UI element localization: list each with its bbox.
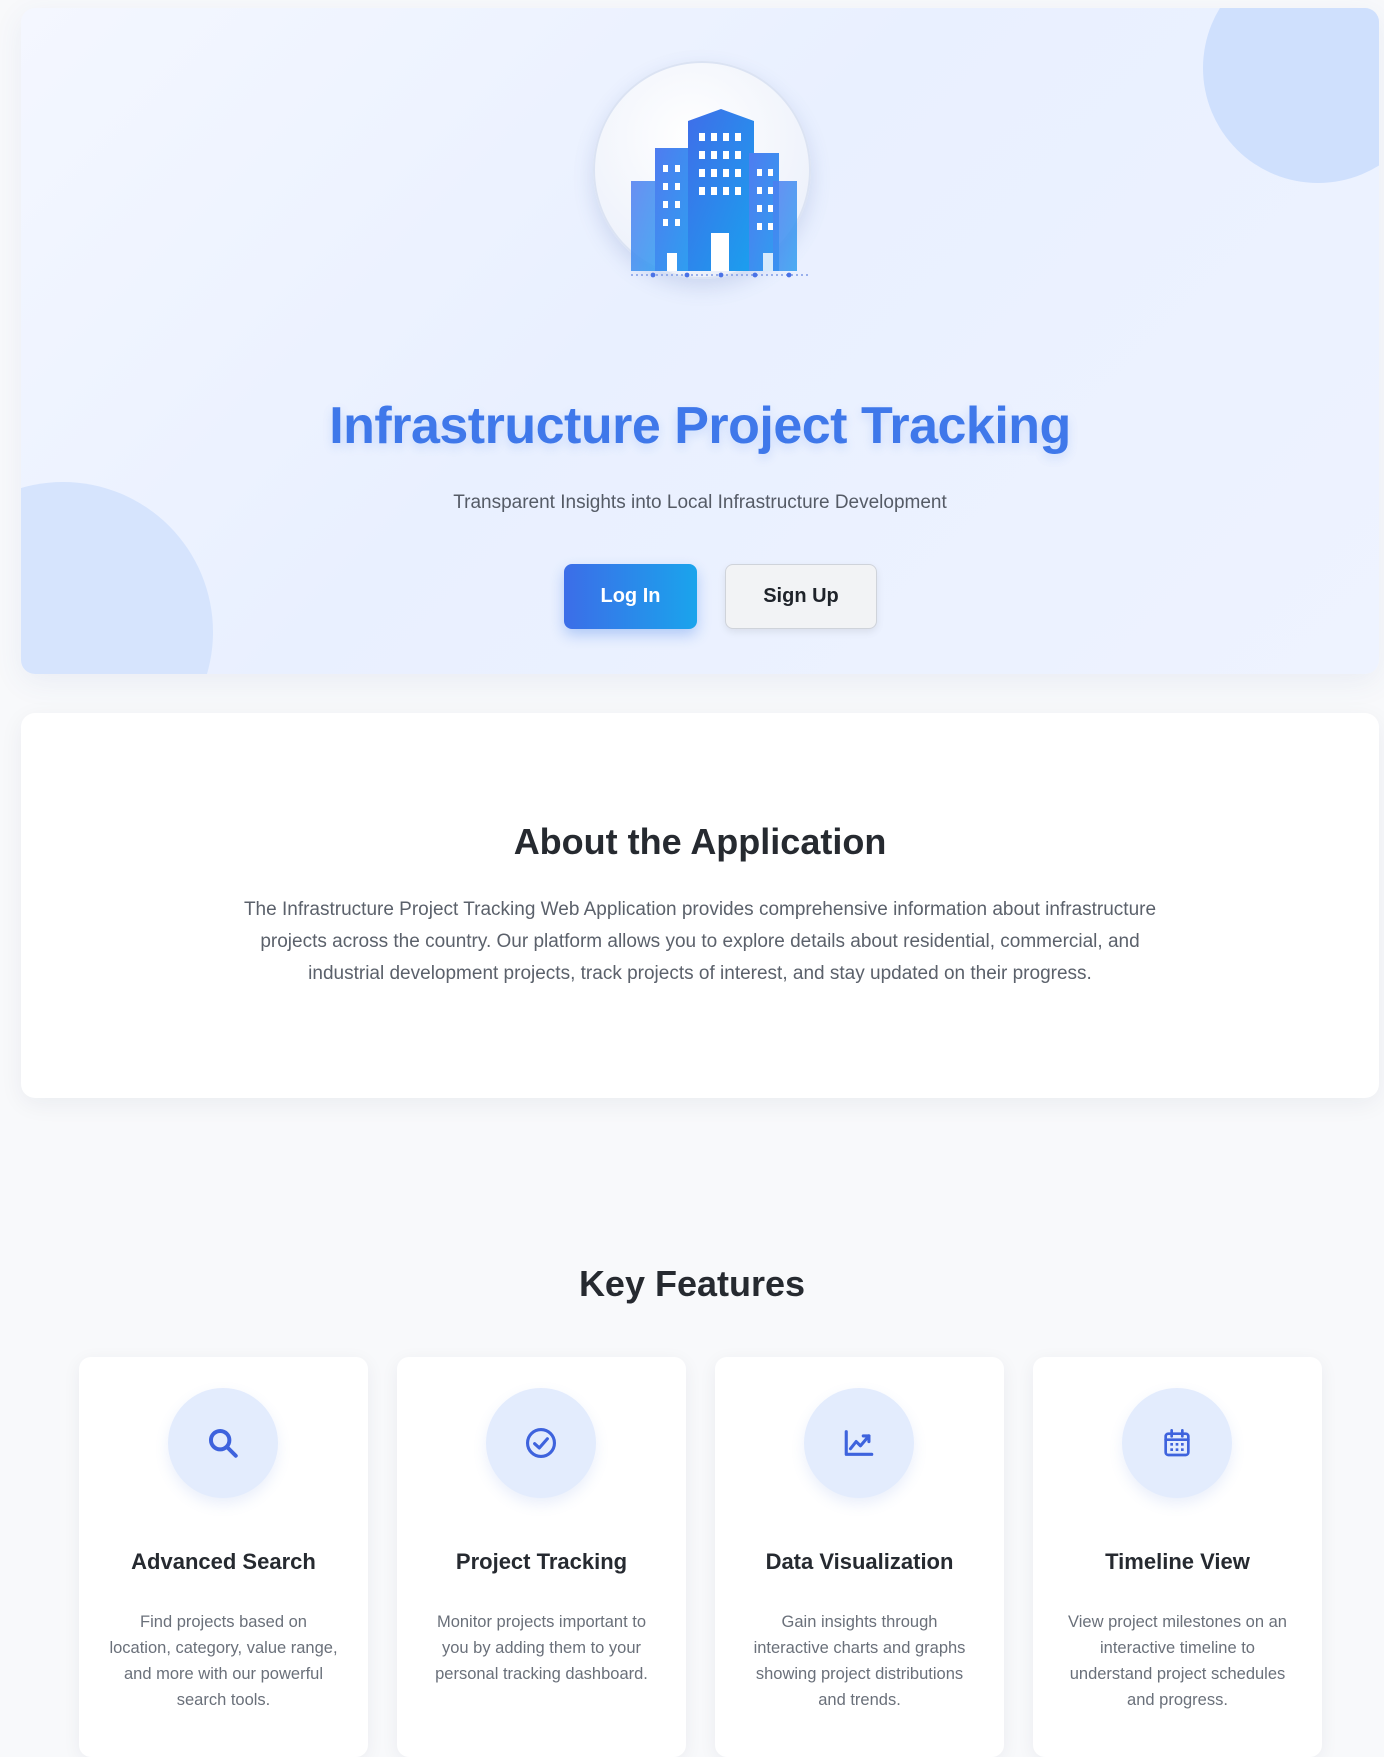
city-buildings-icon — [631, 109, 811, 278]
feature-icon-wrap — [168, 1388, 278, 1498]
about-section: About the Application The Infrastructure… — [21, 713, 1379, 1098]
calendar-icon — [1164, 1429, 1190, 1457]
features-title: Key Features — [578, 1263, 806, 1304]
feature-title: Advanced Search — [131, 1549, 316, 1574]
hero-subtitle: Transparent Insights into Local Infrastr… — [453, 492, 947, 513]
feature-card-timeline-view: Timeline View View project milestones on… — [1033, 1357, 1322, 1757]
feature-description: Find projects based on location, categor… — [109, 1613, 338, 1709]
page-title: Infrastructure Project Tracking — [329, 397, 1071, 455]
feature-card-advanced-search: Advanced Search Find projects based on l… — [79, 1357, 368, 1757]
check-circle-icon — [525, 1427, 557, 1459]
chart-line-icon — [844, 1430, 874, 1456]
feature-title: Data Visualization — [765, 1549, 954, 1574]
hero-section: Infrastructure Project Tracking Transpar… — [21, 8, 1379, 674]
feature-icon-wrap — [1122, 1388, 1232, 1498]
feature-icon-wrap — [804, 1388, 914, 1498]
feature-description: Monitor projects important to you by add… — [435, 1613, 648, 1683]
search-icon — [208, 1428, 238, 1458]
feature-title: Timeline View — [1105, 1549, 1250, 1574]
feature-card-data-visualization: Data Visualization Gain insights through… — [715, 1357, 1004, 1757]
feature-title: Project Tracking — [455, 1549, 628, 1574]
feature-card-project-tracking: Project Tracking Monitor projects import… — [397, 1357, 686, 1757]
about-title: About the Application — [513, 821, 887, 862]
feature-icon-wrap — [486, 1388, 596, 1498]
decorative-circle — [1203, 8, 1379, 183]
feature-description: Gain insights through interactive charts… — [753, 1613, 966, 1709]
about-description: The Infrastructure Project Tracking Web … — [243, 899, 1157, 984]
feature-description: View project milestones on an interactiv… — [1068, 1613, 1287, 1709]
signup-button[interactable]: Sign Up — [725, 564, 877, 629]
logo — [593, 61, 811, 279]
login-button[interactable]: Log In — [564, 564, 697, 629]
